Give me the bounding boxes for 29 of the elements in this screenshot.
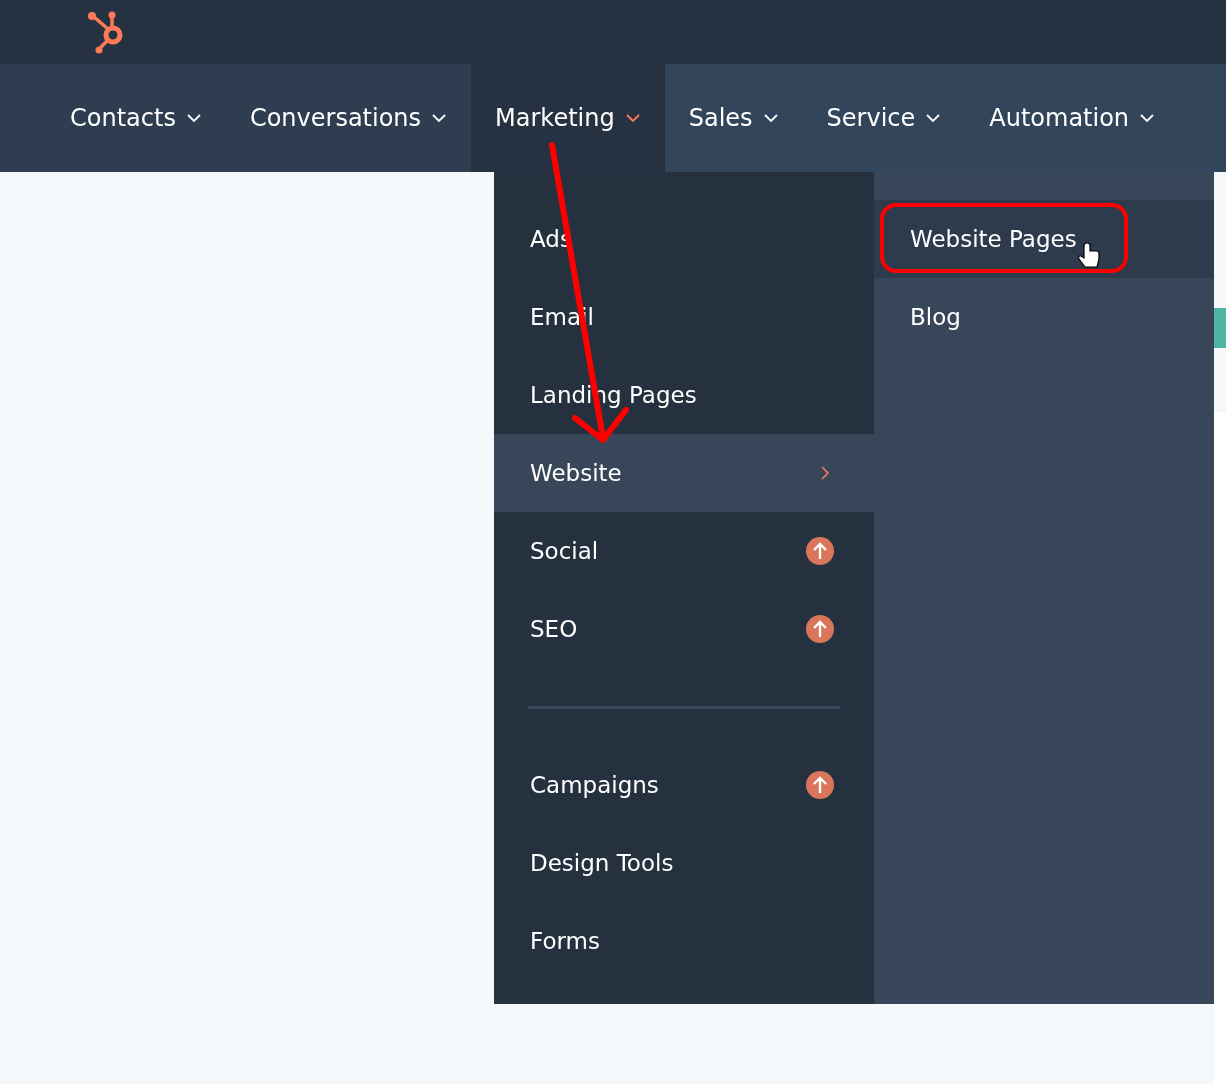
chevron-down-icon: [925, 113, 942, 123]
menu-item-label: SEO: [530, 616, 578, 642]
nav-tab[interactable]: Service: [802, 64, 966, 172]
nav-tab[interactable]: Sales: [664, 64, 803, 172]
menu-item-label: Forms: [530, 928, 600, 954]
submenu-item[interactable]: Website Pages: [874, 200, 1214, 278]
nav-tab[interactable]: Marketing: [471, 64, 665, 172]
menu-item[interactable]: Campaigns: [494, 746, 874, 824]
hand-cursor-icon: [1078, 242, 1100, 268]
chevron-down-icon: [1139, 113, 1156, 123]
chevron-down-icon: [431, 113, 448, 123]
nav-tab[interactable]: Automation: [965, 64, 1180, 172]
submenu-item[interactable]: Blog: [874, 278, 1214, 356]
menu-item-label: Website: [530, 460, 622, 486]
chevron-down-icon: [762, 113, 779, 123]
menu-item[interactable]: Design Tools: [494, 824, 874, 902]
chevron-right-icon: [820, 465, 830, 481]
nav-tab[interactable]: Conversations: [225, 64, 472, 172]
chevron-down-icon: [185, 113, 202, 123]
menu-item-label: Campaigns: [530, 772, 659, 798]
menu-item[interactable]: Forms: [494, 902, 874, 980]
banner-strip: [1214, 308, 1226, 348]
menu-item-label: Design Tools: [530, 850, 674, 876]
nav-tab[interactable]: Contacts: [46, 64, 226, 172]
chevron-down-icon: [624, 113, 641, 123]
menu-item[interactable]: Website: [494, 434, 874, 512]
menu-item-label: Social: [530, 538, 599, 564]
menu-item[interactable]: SEO: [494, 590, 874, 668]
menu-item[interactable]: Social: [494, 512, 874, 590]
